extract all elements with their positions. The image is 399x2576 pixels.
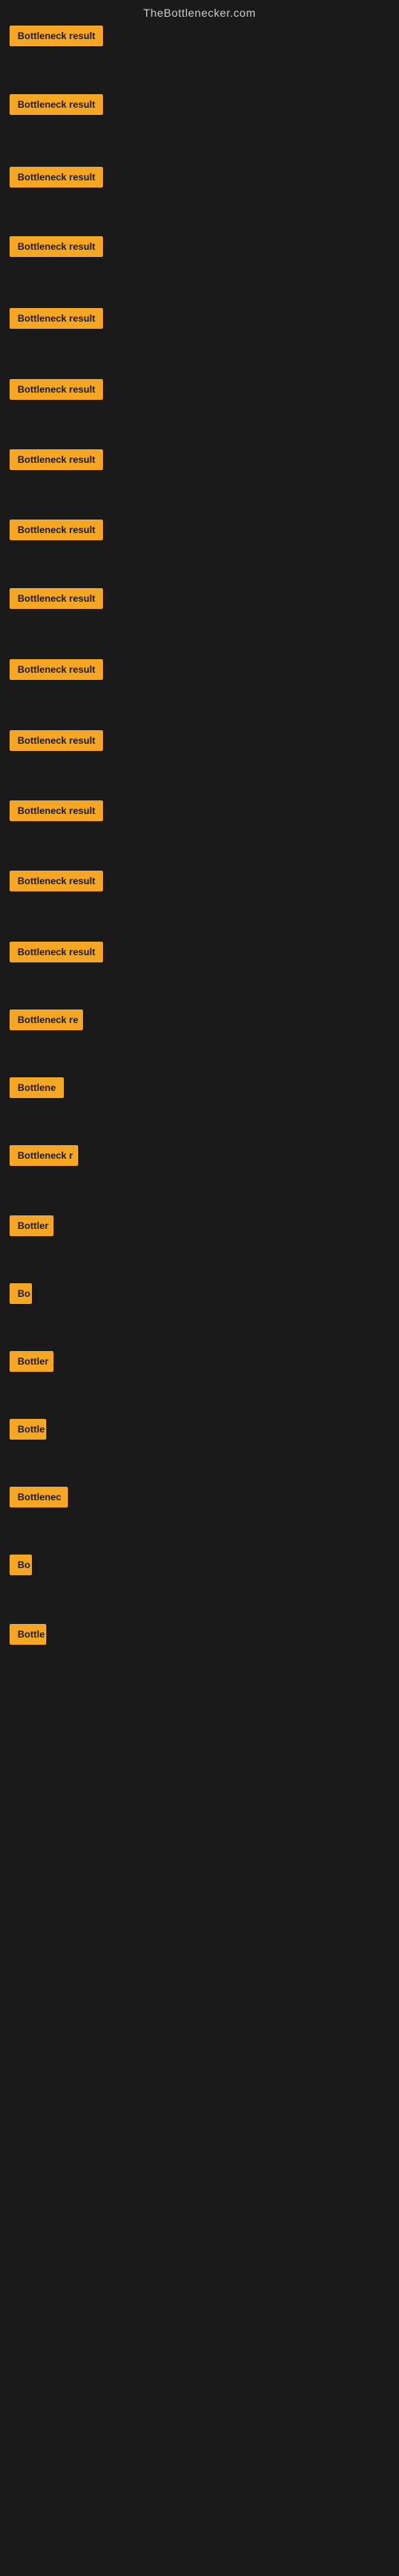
bottleneck-result-item: Bottleneck re: [10, 1009, 83, 1030]
bottleneck-result-item: Bottler: [10, 1215, 53, 1236]
bottleneck-result-item: Bottleneck result: [10, 942, 103, 962]
bottleneck-result-item: Bottleneck result: [10, 379, 103, 400]
bottleneck-result-item: Bottleneck result: [10, 26, 103, 46]
bottleneck-result-item: Bottleneck result: [10, 520, 103, 540]
bottleneck-result-item: Bottleneck r: [10, 1145, 78, 1166]
bottleneck-result-item: Bottlenec: [10, 1487, 68, 1507]
bottleneck-result-item: Bottleneck result: [10, 730, 103, 751]
bottleneck-result-item: Bottler: [10, 1351, 53, 1372]
bottleneck-result-item: Bottleneck result: [10, 236, 103, 257]
bottleneck-result-item: Bo: [10, 1555, 32, 1575]
bottleneck-result-item: Bottleneck result: [10, 871, 103, 891]
bottleneck-result-item: Bottleneck result: [10, 800, 103, 821]
bottleneck-result-item: Bottleneck result: [10, 588, 103, 609]
bottleneck-result-item: Bottleneck result: [10, 167, 103, 188]
bottleneck-result-item: Bottleneck result: [10, 94, 103, 115]
bottleneck-result-item: Bottleneck result: [10, 659, 103, 680]
site-title: TheBottlenecker.com: [0, 0, 399, 22]
bottleneck-result-item: Bottle: [10, 1419, 46, 1440]
bottleneck-result-item: Bottleneck result: [10, 308, 103, 329]
bottleneck-result-item: Bottlene: [10, 1077, 64, 1098]
bottleneck-result-item: Bo: [10, 1283, 32, 1304]
bottleneck-result-item: Bottle: [10, 1624, 46, 1645]
bottleneck-result-item: Bottleneck result: [10, 449, 103, 470]
